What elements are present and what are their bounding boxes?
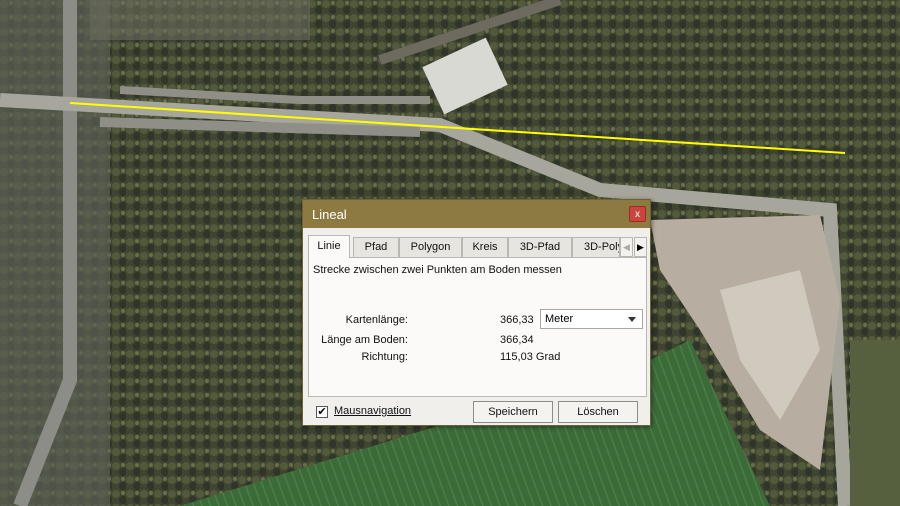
- close-icon: x: [635, 209, 640, 220]
- map-length-label: Kartenlänge:: [345, 314, 408, 326]
- heading-value: 115,03 Grad: [500, 351, 561, 363]
- ground-length-label: Länge am Boden:: [321, 334, 408, 346]
- clear-button-label: Löschen: [577, 406, 619, 418]
- tab-scroll-left-icon[interactable]: ◀: [620, 237, 633, 257]
- dialog-title: Lineal: [312, 207, 347, 222]
- tab-3d-pfad[interactable]: 3D-Pfad: [508, 237, 572, 257]
- save-button[interactable]: Speichern: [473, 401, 553, 423]
- tab-polygon[interactable]: Polygon: [399, 237, 462, 257]
- unit-select[interactable]: Meter: [540, 309, 643, 329]
- clear-button[interactable]: Löschen: [558, 401, 638, 423]
- checkmark-icon: ✔: [317, 406, 327, 418]
- map-length-value: 366,33: [500, 314, 534, 326]
- ground-length-value: 366,34: [500, 334, 534, 346]
- mouse-navigation-checkbox[interactable]: ✔: [316, 406, 328, 418]
- tab-strip: Linie Pfad Polygon Kreis 3D-Pfad 3D-Poly…: [308, 235, 648, 258]
- tab-pfad[interactable]: Pfad: [353, 237, 399, 257]
- tab-linie[interactable]: Linie: [308, 235, 350, 258]
- save-button-label: Speichern: [488, 406, 538, 418]
- tab-3d-polygon[interactable]: 3D-Poly: [572, 237, 620, 257]
- close-button[interactable]: x: [629, 206, 646, 222]
- tab-panel-linie: Strecke zwischen zwei Punkten am Boden m…: [308, 257, 647, 397]
- mouse-navigation-label[interactable]: Mausnavigation: [334, 405, 411, 417]
- dialog-title-bar[interactable]: Lineal x: [303, 200, 650, 228]
- unit-select-value: Meter: [545, 313, 574, 325]
- ruler-dialog: Lineal x Linie Pfad Polygon Kreis 3D-Pfa…: [302, 199, 651, 426]
- tab-scroll-right-icon[interactable]: ▶: [634, 237, 647, 257]
- tab-kreis[interactable]: Kreis: [462, 237, 508, 257]
- heading-label: Richtung:: [361, 351, 408, 363]
- tab-description: Strecke zwischen zwei Punkten am Boden m…: [313, 264, 562, 276]
- chevron-down-icon: [628, 317, 636, 322]
